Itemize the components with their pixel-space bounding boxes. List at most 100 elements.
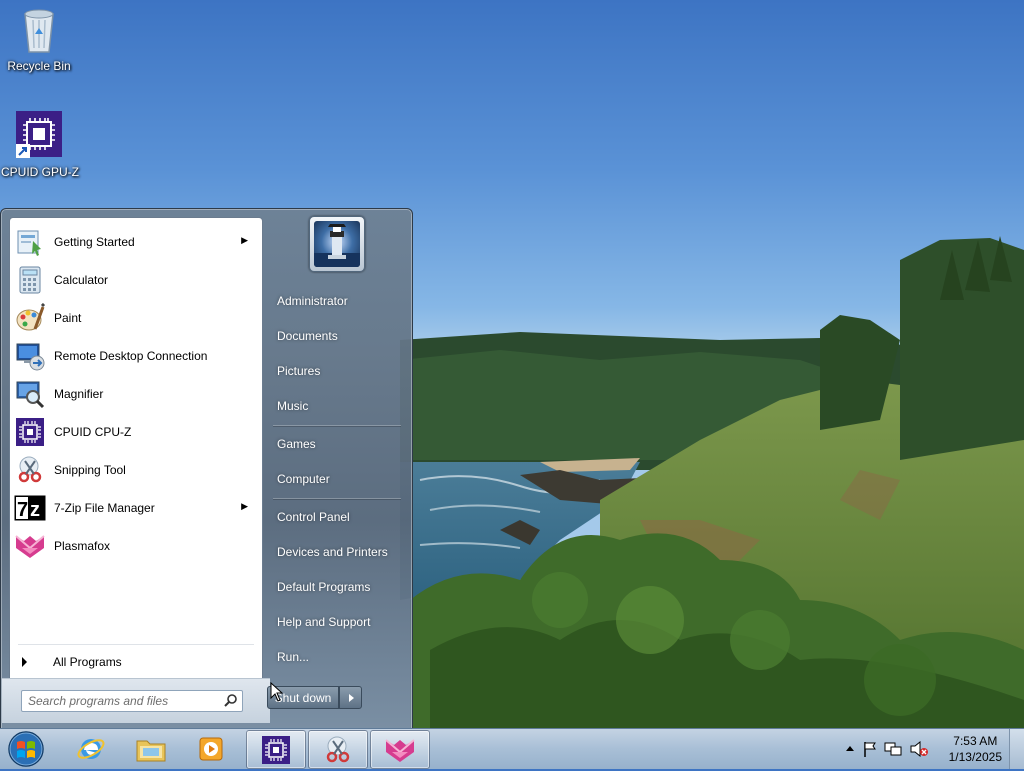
start-menu-programs-pane: Getting Started ▶ Calculator Paint Remot… [2, 217, 270, 723]
menu-item-label: Default Programs [277, 580, 371, 594]
menu-item-music[interactable]: Music [269, 392, 405, 420]
program-paint[interactable]: Paint [12, 300, 258, 336]
menu-item-label: Computer [277, 472, 330, 486]
program-label: Magnifier [54, 387, 104, 401]
menu-item-pictures[interactable]: Pictures [269, 357, 405, 385]
all-programs-label: All Programs [53, 655, 122, 669]
seven-zip-icon: 7z [14, 492, 46, 524]
program-label: 7-Zip File Manager [54, 501, 155, 515]
search-area: Search programs and files [2, 678, 270, 723]
menu-item-computer[interactable]: Computer [269, 465, 405, 493]
start-menu: Getting Started ▶ Calculator Paint Remot… [0, 208, 413, 730]
search-input[interactable]: Search programs and files [21, 690, 243, 712]
desktop-icon-label: CPUID GPU-Z [1, 165, 79, 179]
internet-explorer-icon [77, 738, 105, 759]
cpu-z-icon [14, 416, 46, 448]
network-icon[interactable] [884, 741, 902, 757]
remote-desktop-icon [14, 340, 46, 372]
action-center-flag-icon[interactable] [862, 741, 878, 757]
mouse-cursor-icon [270, 682, 284, 702]
expand-arrow-icon [22, 657, 27, 667]
shutdown-options-button[interactable] [339, 686, 362, 709]
submenu-arrow-icon[interactable]: ▶ [241, 501, 248, 512]
desktop-icon-label: Recycle Bin [7, 59, 71, 73]
program-label: Getting Started [54, 235, 135, 249]
program-7zip[interactable]: 7z 7-Zip File Manager ▶ [12, 490, 258, 526]
recycle-bin-icon [24, 9, 54, 53]
cpu-z-icon [262, 735, 290, 764]
program-label: CPUID CPU-Z [54, 425, 132, 439]
svg-text:7: 7 [17, 499, 28, 521]
program-label: Remote Desktop Connection [54, 349, 208, 363]
taskbar-media-player[interactable] [182, 730, 240, 767]
search-icon[interactable] [224, 693, 238, 707]
start-menu-places-pane: Administrator Documents Pictures Music G… [263, 209, 411, 729]
clock-date: 1/13/2025 [948, 750, 1002, 764]
program-snipping-tool[interactable]: Snipping Tool [12, 452, 258, 488]
menu-item-administrator[interactable]: Administrator [269, 287, 405, 315]
menu-item-devices-printers[interactable]: Devices and Printers [269, 538, 405, 566]
lighthouse-avatar-icon [314, 224, 360, 267]
menu-item-run[interactable]: Run... [269, 643, 405, 671]
desktop-icon-gpu-z[interactable]: CPUID GPU-Z [1, 110, 79, 179]
menu-item-help-support[interactable]: Help and Support [269, 608, 405, 636]
divider [273, 425, 401, 426]
program-calculator[interactable]: Calculator [12, 262, 258, 298]
user-avatar[interactable] [309, 216, 365, 272]
media-player-icon [199, 737, 223, 760]
windows-logo-icon [8, 731, 44, 767]
show-desktop-button[interactable] [1009, 729, 1024, 769]
menu-item-default-programs[interactable]: Default Programs [269, 573, 405, 601]
all-programs-button[interactable]: All Programs [12, 650, 258, 674]
start-button[interactable] [6, 730, 46, 768]
divider [273, 498, 401, 499]
program-label: Snipping Tool [54, 463, 126, 477]
desktop-icon-recycle-bin[interactable]: Recycle Bin [1, 6, 77, 73]
plasmafox-icon [14, 530, 46, 562]
program-label: Paint [54, 311, 82, 325]
taskbar-windows-explorer[interactable] [122, 730, 180, 767]
plasmafox-icon [385, 738, 415, 762]
windows-explorer-icon [136, 740, 166, 761]
program-cpu-z[interactable]: CPUID CPU-Z [12, 414, 258, 450]
search-placeholder: Search programs and files [28, 694, 169, 708]
notification-area: 7:53 AM 1/13/2025 [840, 729, 1024, 769]
program-label: Calculator [54, 273, 109, 287]
menu-item-control-panel[interactable]: Control Panel [269, 503, 405, 531]
snipping-tool-icon [14, 454, 46, 486]
menu-item-label: Run... [277, 650, 310, 664]
system-clock[interactable]: 7:53 AM 1/13/2025 [949, 733, 1002, 765]
menu-item-label: Help and Support [277, 615, 371, 629]
submenu-arrow-icon[interactable]: ▶ [241, 235, 248, 246]
program-label: Plasmafox [54, 539, 111, 553]
taskbar-snipping-tool[interactable] [308, 730, 368, 769]
menu-item-games[interactable]: Games [269, 430, 405, 458]
volume-muted-icon[interactable] [910, 741, 928, 757]
calculator-icon [14, 264, 46, 296]
chevron-right-icon [348, 693, 354, 702]
magnifier-icon [14, 378, 46, 410]
menu-item-label: Documents [277, 329, 338, 343]
paint-icon [14, 302, 46, 334]
menu-item-label: Pictures [277, 364, 321, 378]
gpu-z-icon [16, 111, 62, 158]
menu-item-documents[interactable]: Documents [269, 322, 405, 350]
getting-started-icon [14, 226, 46, 258]
menu-item-label: Music [277, 399, 309, 413]
program-getting-started[interactable]: Getting Started ▶ [12, 224, 258, 260]
taskbar-cpu-z[interactable] [246, 730, 306, 769]
taskbar-internet-explorer[interactable] [62, 730, 120, 767]
menu-item-label: Devices and Printers [277, 545, 388, 559]
show-hidden-icons-arrow-icon[interactable] [846, 745, 854, 751]
taskbar: 7:53 AM 1/13/2025 [0, 728, 1024, 769]
program-remote-desktop[interactable]: Remote Desktop Connection [12, 338, 258, 374]
menu-item-label: Control Panel [277, 510, 350, 524]
taskbar-plasmafox[interactable] [370, 730, 430, 769]
snipping-tool-icon [326, 736, 350, 762]
program-magnifier[interactable]: Magnifier [12, 376, 258, 412]
clock-time: 7:53 AM [953, 734, 998, 748]
program-plasmafox[interactable]: Plasmafox [12, 528, 258, 564]
divider [18, 644, 254, 645]
menu-item-label: Games [277, 437, 316, 451]
menu-item-label: Administrator [277, 294, 348, 308]
